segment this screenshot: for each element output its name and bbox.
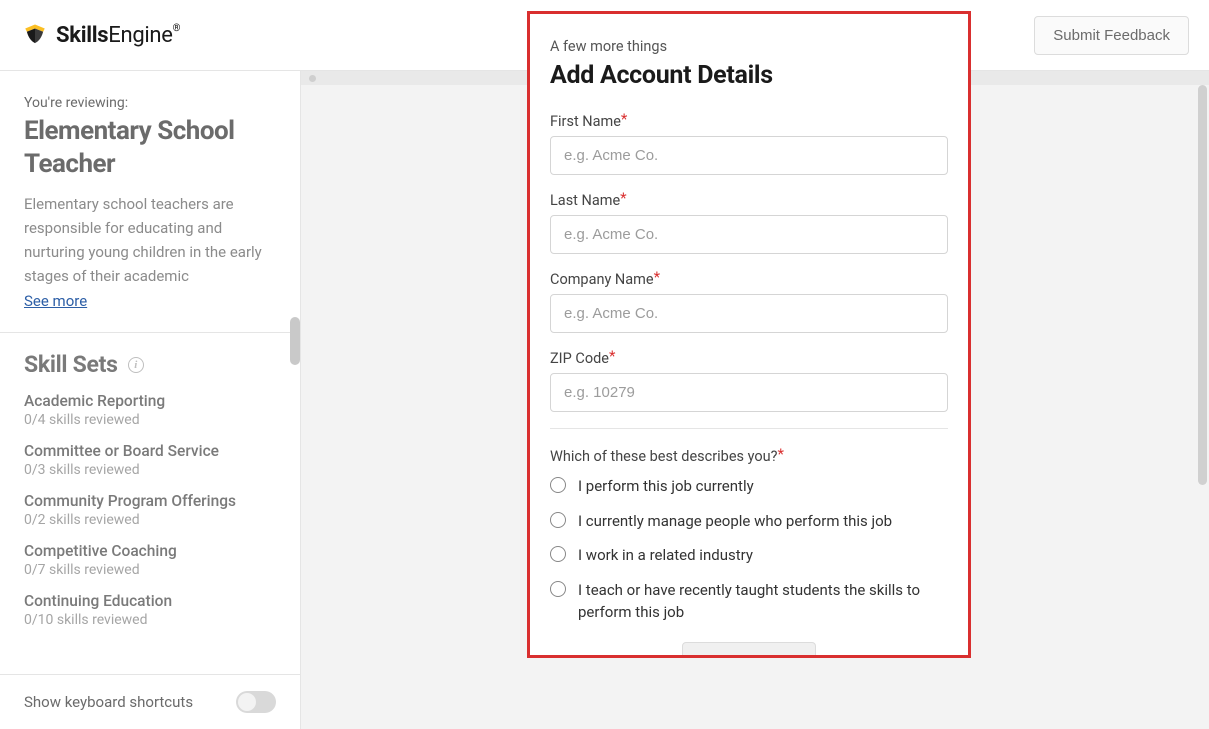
- radio-option[interactable]: I work in a related industry: [550, 544, 948, 567]
- skill-item[interactable]: Continuing Education 0/10 skills reviewe…: [24, 592, 276, 628]
- radio-option[interactable]: I currently manage people who perform th…: [550, 510, 948, 533]
- info-icon[interactable]: i: [128, 357, 144, 373]
- account-details-modal: A few more things Add Account Details Fi…: [527, 11, 971, 658]
- brand-text: SkillsEngine®: [56, 23, 180, 48]
- skill-item[interactable]: Competitive Coaching 0/7 skills reviewed: [24, 542, 276, 578]
- question-label: Which of these best describes you?*: [550, 447, 948, 465]
- divider: [550, 428, 948, 429]
- last-name-input[interactable]: [550, 215, 948, 254]
- skill-count: 0/2 skills reviewed: [24, 512, 276, 528]
- shield-icon: [22, 22, 48, 48]
- skill-name: Community Program Offerings: [24, 492, 276, 510]
- main-scrollbar[interactable]: [1198, 85, 1207, 485]
- skill-item[interactable]: Committee or Board Service 0/3 skills re…: [24, 442, 276, 478]
- first-name-input[interactable]: [550, 136, 948, 175]
- shortcuts-toggle[interactable]: [236, 691, 276, 713]
- job-description: Elementary school teachers are responsib…: [24, 192, 276, 288]
- modal-subtitle: A few more things: [550, 38, 948, 55]
- radio-text: I work in a related industry: [578, 544, 753, 567]
- see-more-link[interactable]: See more: [24, 292, 87, 310]
- job-title: Elementary School Teacher: [24, 115, 276, 180]
- company-name-label: Company Name*: [550, 270, 948, 288]
- radio-icon[interactable]: [550, 477, 566, 493]
- skill-count: 0/7 skills reviewed: [24, 562, 276, 578]
- shortcuts-row: Show keyboard shortcuts: [0, 674, 300, 729]
- radio-text: I currently manage people who perform th…: [578, 510, 892, 533]
- skill-name: Continuing Education: [24, 592, 276, 610]
- radio-icon[interactable]: [550, 512, 566, 528]
- reviewing-label: You're reviewing:: [24, 95, 276, 111]
- sidebar: You're reviewing: Elementary School Teac…: [0, 71, 301, 729]
- modal-title: Add Account Details: [550, 61, 948, 90]
- toggle-knob: [238, 693, 256, 711]
- radio-icon[interactable]: [550, 546, 566, 562]
- logo[interactable]: SkillsEngine®: [22, 22, 180, 48]
- company-name-input[interactable]: [550, 294, 948, 333]
- skill-name: Committee or Board Service: [24, 442, 276, 460]
- shortcuts-label: Show keyboard shortcuts: [24, 693, 193, 711]
- zip-code-input[interactable]: [550, 373, 948, 412]
- sidebar-scrollbar[interactable]: [290, 317, 300, 365]
- radio-option[interactable]: I perform this job currently: [550, 475, 948, 498]
- skill-sets-heading: Skill Sets i: [24, 351, 276, 378]
- radio-icon[interactable]: [550, 581, 566, 597]
- radio-text: I teach or have recently taught students…: [578, 579, 948, 624]
- skill-count: 0/10 skills reviewed: [24, 612, 276, 628]
- window-dot-icon: [309, 75, 316, 82]
- skill-name: Competitive Coaching: [24, 542, 276, 560]
- skill-count: 0/3 skills reviewed: [24, 462, 276, 478]
- begin-review-button[interactable]: Begin Review: [682, 642, 816, 659]
- skill-name: Academic Reporting: [24, 392, 276, 410]
- first-name-label: First Name*: [550, 112, 948, 130]
- radio-text: I perform this job currently: [578, 475, 754, 498]
- last-name-label: Last Name*: [550, 191, 948, 209]
- skill-item[interactable]: Community Program Offerings 0/2 skills r…: [24, 492, 276, 528]
- skill-count: 0/4 skills reviewed: [24, 412, 276, 428]
- submit-feedback-button[interactable]: Submit Feedback: [1034, 16, 1189, 55]
- skill-item[interactable]: Academic Reporting 0/4 skills reviewed: [24, 392, 276, 428]
- radio-option[interactable]: I teach or have recently taught students…: [550, 579, 948, 624]
- zip-code-label: ZIP Code*: [550, 349, 948, 367]
